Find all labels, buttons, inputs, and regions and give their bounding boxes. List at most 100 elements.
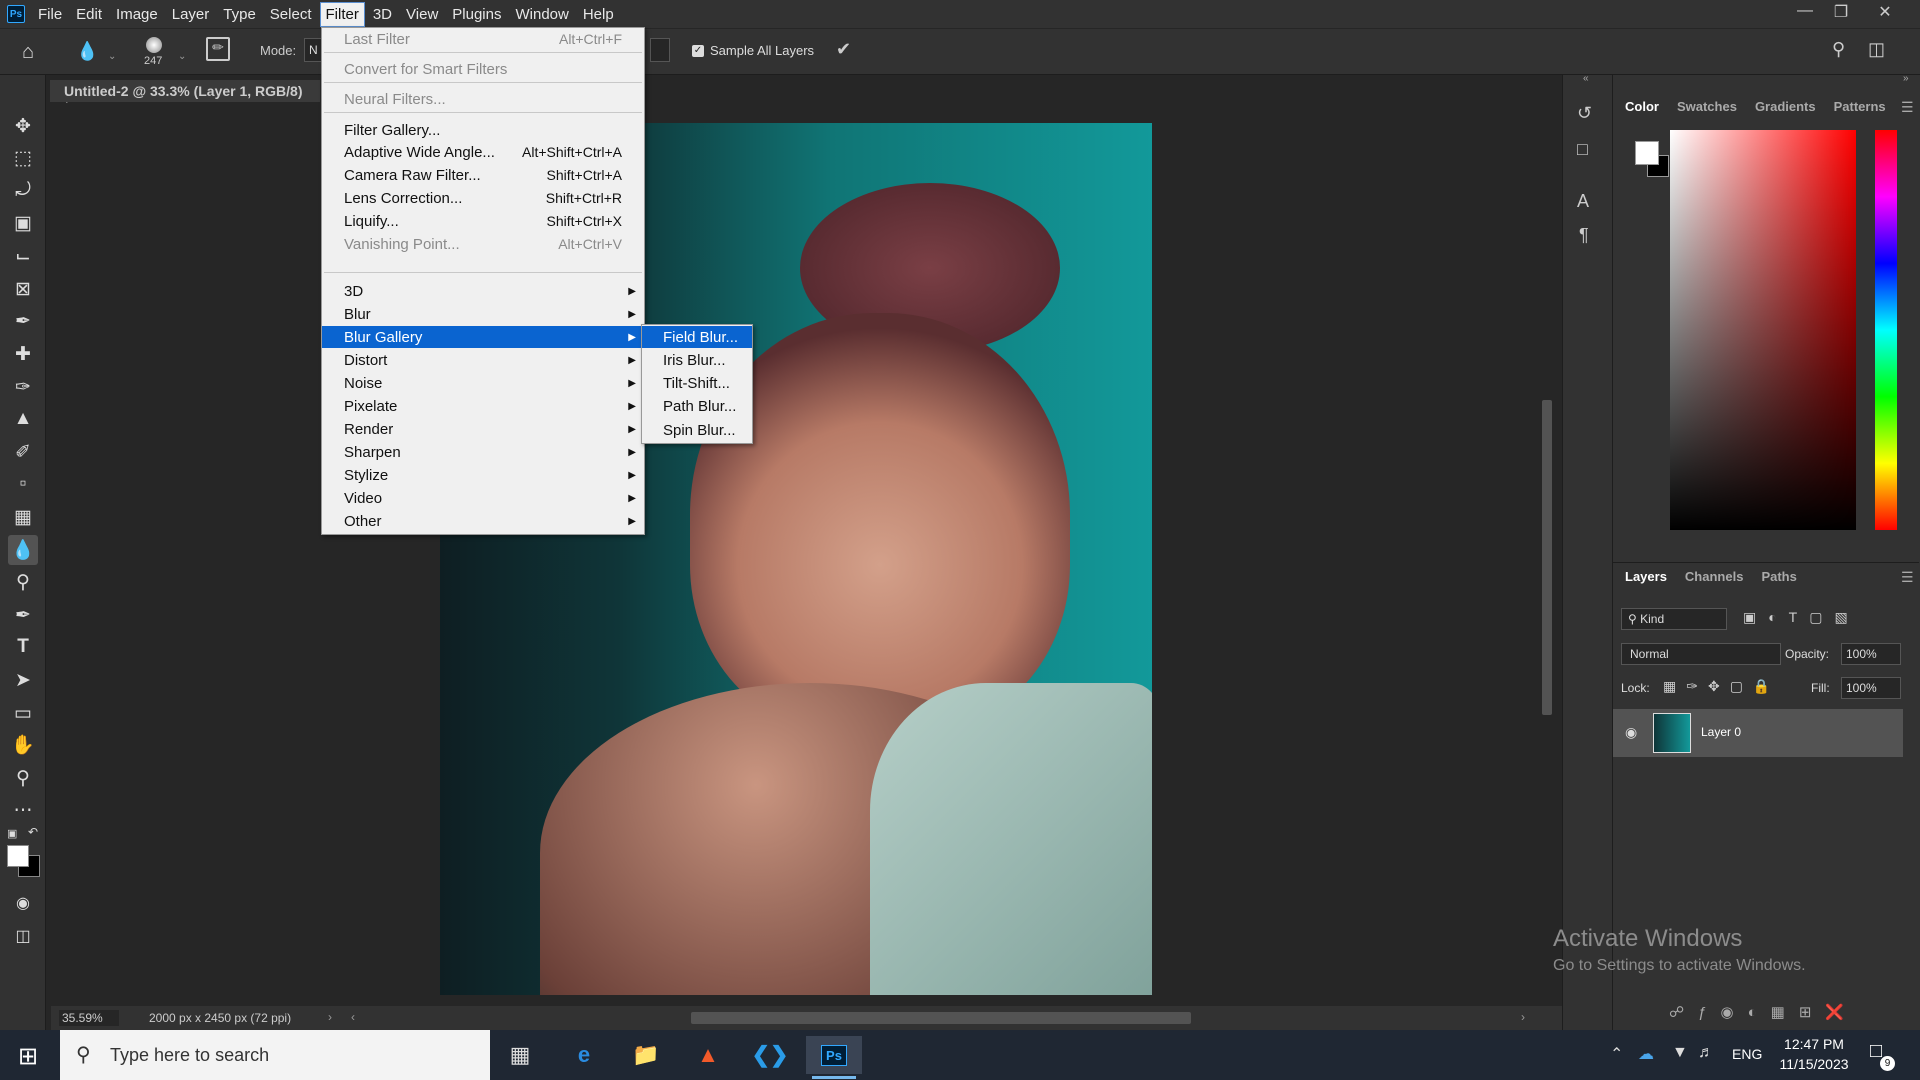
sample-all-layers-checkbox[interactable]: ✓	[692, 45, 704, 57]
tab-swatches[interactable]: Swatches	[1677, 99, 1737, 114]
panel-menu-icon[interactable]: ☰	[1901, 99, 1914, 116]
menu-item-neural-filters[interactable]: Neural Filters...	[322, 88, 644, 110]
type-tool-icon[interactable]: T	[8, 632, 38, 662]
workspace-icon[interactable]: ◫	[1868, 39, 1885, 60]
network-icon[interactable]: ▼	[1672, 1044, 1688, 1062]
gradient-tool-icon[interactable]: ▦	[8, 502, 38, 532]
chevron-down-icon[interactable]: ⌄	[178, 51, 186, 62]
character-icon[interactable]: A	[1577, 191, 1589, 212]
scroll-left-icon[interactable]: ‹	[351, 1010, 355, 1024]
edge-browser-icon[interactable]: e	[564, 1036, 604, 1074]
hue-slider[interactable]	[1875, 130, 1897, 530]
menu-window[interactable]: Window	[510, 3, 573, 26]
vertical-scrollbar[interactable]	[1540, 110, 1554, 1000]
menu-view[interactable]: View	[401, 3, 443, 26]
layer-filter-icons[interactable]: ▣◐T▢▧	[1743, 609, 1860, 626]
menu-item-noise[interactable]: Noise ▶	[322, 372, 644, 394]
menu-type[interactable]: Type	[218, 3, 261, 26]
menu-item-video[interactable]: Video ▶	[322, 487, 644, 509]
minimize-icon[interactable]: —	[1788, 2, 1822, 26]
hand-tool-icon[interactable]: ✋	[8, 730, 38, 760]
layer-actions-bar[interactable]: ☍ƒ◉◐▦⊞❌	[1669, 1003, 1858, 1021]
layer-row[interactable]: ◉ Layer 0	[1613, 709, 1903, 757]
chevron-down-icon[interactable]: ⌄	[108, 51, 116, 62]
path-selection-tool-icon[interactable]: ➤	[8, 665, 38, 695]
menu-filter[interactable]: Filter	[319, 1, 365, 27]
menu-item-pixelate[interactable]: Pixelate ▶	[322, 395, 644, 417]
menu-item-3d[interactable]: 3D ▶	[322, 280, 644, 302]
restore-icon[interactable]: ❐	[1824, 2, 1858, 26]
swap-colors-icon[interactable]: ↶	[28, 825, 38, 839]
tab-patterns[interactable]: Patterns	[1834, 99, 1886, 114]
tab-layers[interactable]: Layers	[1625, 569, 1667, 584]
history-brush-tool-icon[interactable]: ✐	[8, 437, 38, 467]
tab-color[interactable]: Color	[1625, 99, 1659, 114]
pen-tool-icon[interactable]: ✒	[8, 600, 38, 630]
menu-plugins[interactable]: Plugins	[447, 3, 506, 26]
lock-icons[interactable]: ▦✑✥▢🔒	[1663, 678, 1780, 695]
vertical-scroll-thumb[interactable]	[1542, 400, 1552, 715]
opacity-field[interactable]: 100%	[1841, 643, 1901, 665]
menu-item-spin-blur[interactable]: Spin Blur...	[642, 419, 752, 441]
object-selection-tool-icon[interactable]: ▣	[8, 208, 38, 238]
brush-settings-icon[interactable]: ✏	[206, 37, 230, 61]
menu-item-liquify[interactable]: Liquify... Shift+Ctrl+X	[322, 210, 644, 232]
onedrive-icon[interactable]: ☁	[1638, 1044, 1654, 1064]
fill-field[interactable]: 100%	[1841, 677, 1901, 699]
collapse-icon[interactable]: «	[1583, 73, 1589, 84]
menu-select[interactable]: Select	[265, 3, 317, 26]
pressure-icon[interactable]: ✔	[836, 39, 851, 60]
search-icon[interactable]: ⚲	[1832, 39, 1845, 60]
language-indicator[interactable]: ENG	[1732, 1046, 1762, 1062]
menu-item-distort[interactable]: Distort ▶	[322, 349, 644, 371]
blend-mode-select[interactable]: Normal	[1621, 643, 1781, 665]
layer-filter-select[interactable]: ⚲ Kind	[1621, 608, 1727, 630]
tab-channels[interactable]: Channels	[1685, 569, 1744, 584]
move-tool-icon[interactable]: ✥	[8, 111, 38, 141]
menu-item-lens-correction[interactable]: Lens Correction... Shift+Ctrl+R	[322, 187, 644, 209]
menu-item-path-blur[interactable]: Path Blur...	[642, 395, 752, 417]
document-tab[interactable]: Untitled-2 @ 33.3% (Layer 1, RGB/8) *	[50, 80, 320, 115]
menu-item-render[interactable]: Render ▶	[322, 418, 644, 440]
zoom-level-field[interactable]: 35.59%	[59, 1010, 119, 1026]
taskbar-search-box[interactable]: ⚲ Type here to search	[60, 1030, 490, 1080]
photoshop-taskbar-icon[interactable]: Ps	[806, 1036, 862, 1074]
vscode-icon[interactable]: ❮❯	[750, 1036, 790, 1074]
menu-image[interactable]: Image	[111, 3, 163, 26]
tab-gradients[interactable]: Gradients	[1755, 99, 1816, 114]
menu-item-filter-gallery[interactable]: Filter Gallery...	[322, 119, 644, 141]
zoom-tool-icon[interactable]: ⚲	[8, 763, 38, 793]
home-icon[interactable]: ⌂	[22, 41, 34, 64]
menu-item-convert-smart-filters[interactable]: Convert for Smart Filters	[322, 58, 644, 80]
scroll-right-icon[interactable]: ›	[1521, 1010, 1525, 1024]
eyedropper-tool-icon[interactable]: ✒	[8, 306, 38, 336]
history-icon[interactable]: ↺	[1577, 103, 1592, 124]
comments-icon[interactable]: □	[1577, 139, 1588, 160]
menu-item-stylize[interactable]: Stylize ▶	[322, 464, 644, 486]
dodge-tool-icon[interactable]: ⚲	[8, 567, 38, 597]
screen-mode-icon[interactable]: ◫	[8, 921, 38, 951]
color-picker-field[interactable]	[1670, 130, 1856, 530]
menu-item-vanishing-point[interactable]: Vanishing Point... Alt+Ctrl+V	[322, 233, 644, 255]
brave-browser-icon[interactable]: ▲	[688, 1036, 728, 1074]
collapse-icon[interactable]: »	[1903, 73, 1909, 84]
menu-item-iris-blur[interactable]: Iris Blur...	[642, 349, 752, 371]
healing-tool-icon[interactable]: ✚	[8, 339, 38, 369]
rectangle-tool-icon[interactable]: ▭	[8, 698, 38, 728]
horizontal-scroll-thumb[interactable]	[691, 1012, 1191, 1024]
menu-item-sharpen[interactable]: Sharpen ▶	[322, 441, 644, 463]
menu-item-other[interactable]: Other ▶	[322, 510, 644, 532]
menu-file[interactable]: File	[33, 3, 67, 26]
marquee-tool-icon[interactable]: ⬚	[8, 143, 38, 173]
foreground-color-swatch[interactable]	[1635, 141, 1659, 165]
menu-edit[interactable]: Edit	[71, 3, 107, 26]
menu-layer[interactable]: Layer	[167, 3, 215, 26]
quick-mask-icon[interactable]: ◉	[8, 888, 38, 918]
menu-item-tilt-shift[interactable]: Tilt-Shift...	[642, 372, 752, 394]
chevron-right-icon[interactable]: ›	[328, 1010, 332, 1024]
close-icon[interactable]: ✕	[1868, 2, 1902, 26]
task-view-icon[interactable]: ▦	[500, 1036, 540, 1074]
lasso-tool-icon[interactable]: ⤾	[8, 176, 38, 206]
volume-icon[interactable]: ♬	[1698, 1044, 1714, 1062]
chevron-up-icon[interactable]: ⌃	[1610, 1044, 1623, 1064]
